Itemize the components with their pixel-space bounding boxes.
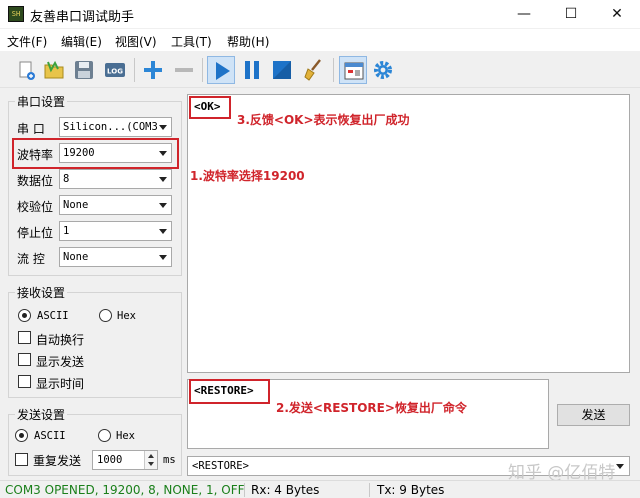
menu-bar: 文件(F) 编辑(E) 视图(V) 工具(T) 帮助(H) [0,29,640,51]
send-ascii-label: ASCII [34,430,66,442]
chevron-down-icon [159,229,167,234]
receive-ascii-radio[interactable] [18,309,31,322]
log-icon-label: LOG [107,68,123,76]
remove-icon[interactable] [170,56,198,84]
send-button[interactable]: 发送 [557,404,630,426]
maximize-button[interactable]: ☐ [548,0,594,28]
send-settings-title: 发送设置 [15,406,68,423]
send-hex-label: Hex [116,430,135,442]
spin-down-icon[interactable] [148,462,154,466]
connection-status: COM3 OPENED, 19200, 8, NONE, 1, OFF [5,483,245,497]
repeat-interval-spinbox[interactable]: 1000 [92,450,158,470]
minimize-button[interactable]: — [501,0,547,28]
close-button[interactable]: ✕ [594,0,640,28]
new-icon[interactable] [12,56,40,84]
add-icon[interactable] [139,56,167,84]
stop-icon[interactable] [268,56,296,84]
receive-textarea[interactable]: <OK> [187,94,630,373]
parity-label: 校验位 [17,200,54,214]
window-layout-icon[interactable] [339,56,367,84]
status-divider [244,483,245,497]
ok-annotation: 3.反馈<OK>表示恢复出厂成功 [237,113,410,127]
spin-buttons[interactable] [144,451,157,469]
status-divider [369,483,370,497]
serial-settings-title: 串口设置 [15,93,68,110]
menu-tools[interactable]: 工具(T) [171,33,212,50]
title-bar: SH 友善串口调试助手 — ☐ ✕ [0,0,640,28]
flow-control-label: 流 控 [17,252,45,266]
flow-control-select[interactable]: None [59,247,172,267]
chevron-down-icon [159,125,167,130]
log-icon[interactable]: LOG [101,56,129,84]
auto-wrap-checkbox[interactable] [18,331,31,344]
port-select[interactable]: Silicon...(COM3 [59,117,172,137]
show-time-checkbox[interactable] [18,375,31,388]
receive-ascii-label: ASCII [37,310,69,322]
flow-control-value: None [63,251,89,263]
menu-view[interactable]: 视图(V) [115,33,157,50]
chevron-down-icon [159,255,167,260]
open-folder-icon[interactable] [40,56,68,84]
data-bits-label: 数据位 [17,174,54,188]
show-send-label: 显示发送 [36,355,85,369]
receive-settings-title: 接收设置 [15,284,68,301]
send-annotation: 2.发送<RESTORE>恢复出厂命令 [276,401,467,415]
show-time-label: 显示时间 [36,377,85,391]
ok-highlight-box [189,96,231,119]
port-value: Silicon...(COM3 [63,121,158,133]
baud-annotation: 1.波特率选择19200 [190,169,305,183]
interval-unit: ms [163,454,176,466]
spin-up-icon[interactable] [148,454,154,458]
stop-bits-label: 停止位 [17,226,54,240]
pause-icon[interactable] [238,56,266,84]
toolbar: LOG [0,52,640,88]
toolbar-separator [134,58,135,82]
toolbar-separator [202,58,203,82]
play-icon[interactable] [207,56,235,84]
chevron-down-icon [159,203,167,208]
stop-bits-value: 1 [63,225,70,237]
chevron-down-icon [159,177,167,182]
rx-count: Rx: 4 Bytes [251,483,320,497]
parity-value: None [63,199,89,211]
restore-highlight-box [189,379,270,404]
receive-hex-label: Hex [117,310,136,322]
save-disk-icon[interactable] [70,56,98,84]
auto-wrap-label: 自动换行 [36,333,85,347]
menu-file[interactable]: 文件(F) [7,33,47,50]
repeat-send-label: 重复发送 [33,454,82,468]
port-label: 串 口 [17,122,45,136]
tx-count: Tx: 9 Bytes [377,483,445,497]
send-hex-radio[interactable] [98,429,111,442]
send-ascii-radio[interactable] [15,429,28,442]
repeat-interval-value: 1000 [97,454,123,466]
send-history-value: <RESTORE> [192,460,249,472]
app-icon: SH [8,6,24,22]
chevron-down-icon [616,464,624,469]
status-bar: COM3 OPENED, 19200, 8, NONE, 1, OFF Rx: … [0,480,640,498]
show-send-checkbox[interactable] [18,353,31,366]
window-title: 友善串口调试助手 [30,10,135,25]
receive-settings-group: 接收设置 [8,284,182,398]
repeat-send-checkbox[interactable] [15,453,28,466]
menu-help[interactable]: 帮助(H) [227,33,269,50]
stop-bits-select[interactable]: 1 [59,221,172,241]
data-bits-select[interactable]: 8 [59,169,172,189]
baud-highlight-box [12,138,179,169]
data-bits-value: 8 [63,173,70,185]
toolbar-separator [333,58,334,82]
gear-icon[interactable] [369,56,397,84]
parity-select[interactable]: None [59,195,172,215]
broom-clear-icon[interactable] [300,56,328,84]
menu-edit[interactable]: 编辑(E) [61,33,102,50]
receive-hex-radio[interactable] [99,309,112,322]
